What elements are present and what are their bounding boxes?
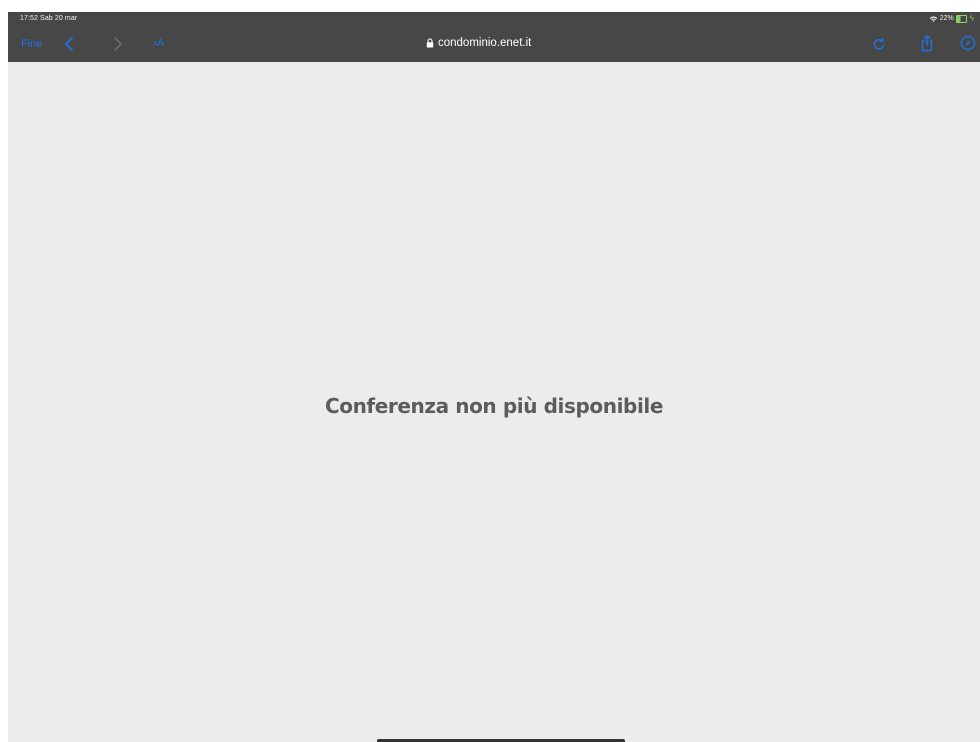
status-indicators: 22% ϟ	[929, 14, 974, 23]
browser-window: 17:52 Sab 20 mar 22% ϟ Fine AA condomini…	[8, 12, 980, 742]
compass-icon[interactable]	[960, 35, 976, 51]
reload-icon[interactable]	[871, 36, 887, 52]
charging-bolt-icon: ϟ	[969, 14, 974, 23]
address-bar[interactable]: condominio.enet.it	[426, 37, 531, 49]
text-size-button[interactable]: AA	[153, 38, 164, 49]
battery-icon	[955, 14, 967, 23]
done-button[interactable]: Fine	[21, 38, 42, 50]
back-chevron-icon[interactable]	[62, 35, 76, 53]
conference-unavailable-message: Conferenza non più disponibile	[324, 394, 664, 418]
wifi-icon	[929, 16, 937, 22]
forward-chevron-icon[interactable]	[111, 35, 125, 53]
lock-icon	[426, 38, 434, 48]
url-text: condominio.enet.it	[438, 37, 532, 49]
battery-percent: 22%	[939, 15, 954, 22]
share-icon[interactable]	[919, 34, 935, 52]
status-time: 17:52 Sab 20 mar	[20, 15, 78, 22]
safari-toolbar: 17:52 Sab 20 mar 22% ϟ Fine AA condomini…	[8, 12, 980, 62]
text-size-large-a: A	[157, 38, 164, 49]
navigation-row: Fine AA condominio.enet.it	[8, 34, 980, 56]
